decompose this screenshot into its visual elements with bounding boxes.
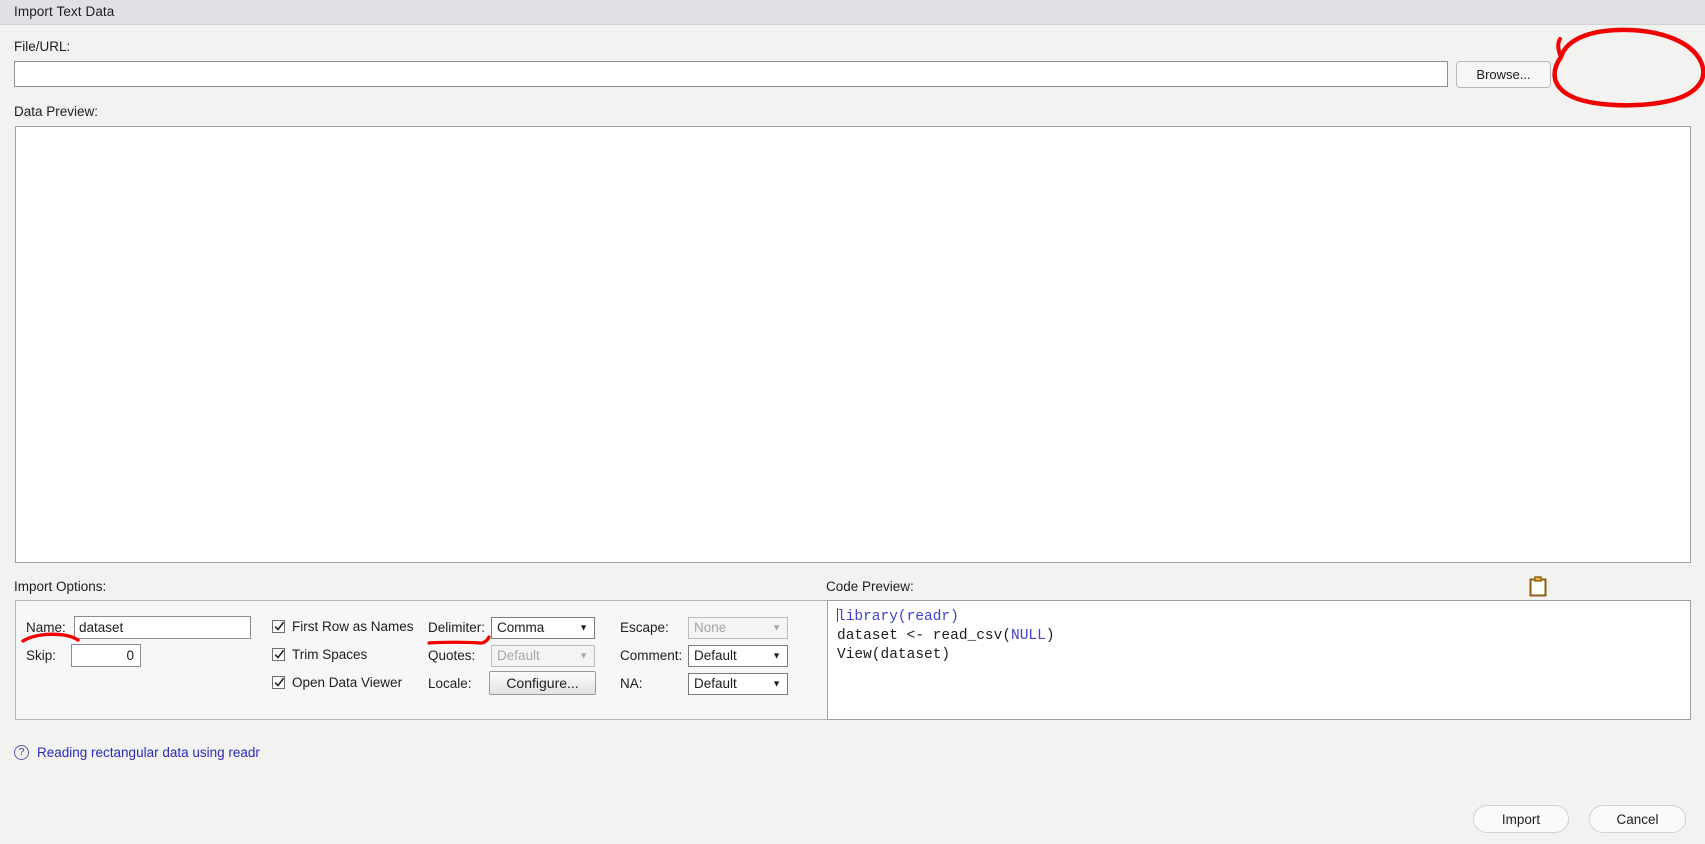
- na-select[interactable]: Default ▼: [688, 673, 788, 695]
- na-label: NA:: [620, 676, 643, 691]
- comment-select[interactable]: Default ▼: [688, 645, 788, 667]
- chevron-down-icon: ▼: [772, 650, 781, 661]
- code-preview-area[interactable]: library(readr) dataset <- read_csv(NULL)…: [827, 600, 1691, 720]
- code-line-2-null: NULL: [1011, 628, 1046, 644]
- browse-circle-annotation-icon: [1552, 27, 1705, 108]
- import-button[interactable]: Import: [1473, 805, 1569, 833]
- name-label: Name:: [26, 620, 66, 635]
- import-options-label: Import Options:: [14, 579, 107, 594]
- checkbox-open-data-viewer[interactable]: Open Data Viewer: [272, 675, 402, 690]
- chevron-down-icon: ▼: [772, 678, 781, 689]
- help-link[interactable]: ? Reading rectangular data using readr: [14, 745, 260, 760]
- comment-value: Default: [694, 648, 737, 663]
- escape-value: None: [694, 620, 727, 635]
- delimiter-label: Delimiter:: [428, 620, 486, 635]
- escape-label: Escape:: [620, 620, 669, 635]
- na-value: Default: [694, 676, 737, 691]
- checkbox-label: Trim Spaces: [292, 647, 368, 662]
- delimiter-select[interactable]: Comma ▼: [491, 617, 595, 639]
- skip-input[interactable]: [71, 644, 141, 667]
- help-link-label: Reading rectangular data using readr: [37, 745, 260, 760]
- data-preview-area[interactable]: [15, 126, 1691, 563]
- file-url-input[interactable]: [14, 61, 1448, 87]
- code-line-2-a: dataset <- read_csv(: [837, 628, 1012, 644]
- checkmark-icon: [272, 676, 285, 689]
- data-preview-label: Data Preview:: [14, 104, 99, 119]
- code-line-3: View(dataset): [837, 647, 951, 663]
- name-input[interactable]: [74, 616, 251, 639]
- code-line-1-rest: (readr): [897, 609, 959, 625]
- file-url-label: File/URL:: [14, 39, 71, 54]
- comment-label: Comment:: [620, 648, 683, 663]
- code-preview-label: Code Preview:: [826, 579, 914, 594]
- browse-button[interactable]: Browse...: [1456, 61, 1551, 88]
- quotes-label: Quotes:: [428, 648, 476, 663]
- escape-select[interactable]: None ▼: [688, 617, 788, 639]
- checkmark-icon: [272, 620, 285, 633]
- checkbox-label: First Row as Names: [292, 619, 414, 634]
- checkmark-icon: [272, 648, 285, 661]
- checkbox-trim-spaces[interactable]: Trim Spaces: [272, 647, 367, 662]
- chevron-down-icon: ▼: [579, 650, 588, 661]
- locale-label: Locale:: [428, 676, 472, 691]
- clipboard-icon[interactable]: [1528, 576, 1548, 598]
- checkbox-first-row-as-names[interactable]: First Row as Names: [272, 619, 414, 634]
- code-keyword: library: [837, 609, 898, 625]
- checkbox-label: Open Data Viewer: [292, 675, 403, 690]
- cancel-button[interactable]: Cancel: [1589, 805, 1686, 833]
- chevron-down-icon: ▼: [772, 622, 781, 633]
- delimiter-value: Comma: [497, 620, 545, 635]
- quotes-select[interactable]: Default ▼: [491, 645, 595, 667]
- window-title: Import Text Data: [14, 4, 115, 19]
- title-bar: Import Text Data: [0, 0, 1705, 25]
- quotes-value: Default: [497, 648, 540, 663]
- question-mark-icon: ?: [14, 745, 29, 760]
- chevron-down-icon: ▼: [579, 622, 588, 633]
- import-text-data-dialog: Import Text Data File/URL: Browse... Dat…: [0, 0, 1705, 844]
- skip-label: Skip:: [26, 648, 57, 663]
- code-line-2-b: ): [1045, 628, 1055, 644]
- locale-configure-button[interactable]: Configure...: [489, 671, 596, 695]
